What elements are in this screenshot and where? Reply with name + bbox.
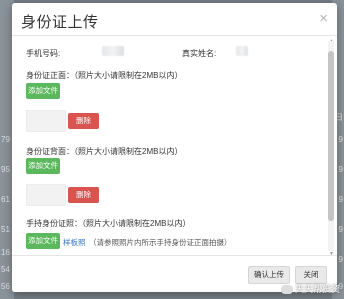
dialog-title: 身份证上传 xyxy=(21,14,99,31)
phone-value-blurred xyxy=(102,46,124,56)
bg-right-cell: 9 xyxy=(338,165,343,174)
id-back-label: 身份证背面：（照片大小请限制在2MB以内） xyxy=(26,147,183,156)
id-front-thumbnail xyxy=(26,110,66,132)
bg-right-cell: 9 xyxy=(338,135,343,144)
handheld-label: 手持身份证照：（照片大小请限制在2MB以内） xyxy=(26,219,191,228)
bg-left-cell: 51 xyxy=(1,225,10,234)
dialog-header: 身份证上传 × xyxy=(12,3,337,36)
id-back-thumbnail xyxy=(26,184,66,206)
handheld-hint: （请参照照片内所示手持身份证正面拍摄） xyxy=(89,238,232,247)
id-front-label: 身份证正面：（照片大小请限制在2MB以内） xyxy=(26,71,183,80)
bg-left-cell: 16 xyxy=(1,248,10,257)
add-handheld-file-button[interactable]: 添加文件 xyxy=(26,233,60,249)
watermark-text: 天天帮投资 xyxy=(294,284,340,294)
delete-front-button[interactable]: 删除 xyxy=(68,113,99,129)
phone-label: 手机号码: xyxy=(26,49,61,58)
dialog-scrollbar[interactable] xyxy=(328,41,334,251)
add-front-file-button[interactable]: 添加文件 xyxy=(26,83,60,99)
close-icon[interactable]: × xyxy=(319,10,328,27)
realname-value-blurred xyxy=(236,46,248,56)
add-back-file-button[interactable]: 添加文件 xyxy=(26,158,60,174)
bg-left-cell: 54 xyxy=(1,265,10,274)
bg-right-cell: 9 xyxy=(338,225,343,234)
scrollbar-thumb[interactable] xyxy=(328,51,334,221)
bg-left-cell: 95 xyxy=(1,165,10,174)
bg-left-cell: 79 xyxy=(1,135,10,144)
bg-right-cell: 9 xyxy=(338,255,343,264)
dialog-body[interactable]: 手机号码: 真实姓名: 身份证正面：（照片大小请限制在2MB以内） 添加文件 删… xyxy=(12,37,337,255)
wechat-icon xyxy=(280,285,293,295)
bg-left-cell: 61 xyxy=(1,195,10,204)
realname-label: 真实姓名: xyxy=(182,49,217,58)
id-upload-dialog: 身份证上传 × 手机号码: 真实姓名: 身份证正面：（照片大小请限制在2MB以内… xyxy=(12,3,337,292)
delete-back-button[interactable]: 删除 xyxy=(68,187,99,203)
bg-right-cell: 9 xyxy=(338,195,343,204)
watermark: 天天帮投资 xyxy=(280,282,340,295)
sample-photo-link[interactable]: 样板照 xyxy=(63,237,86,248)
bg-left-cell: 56 xyxy=(1,282,10,291)
